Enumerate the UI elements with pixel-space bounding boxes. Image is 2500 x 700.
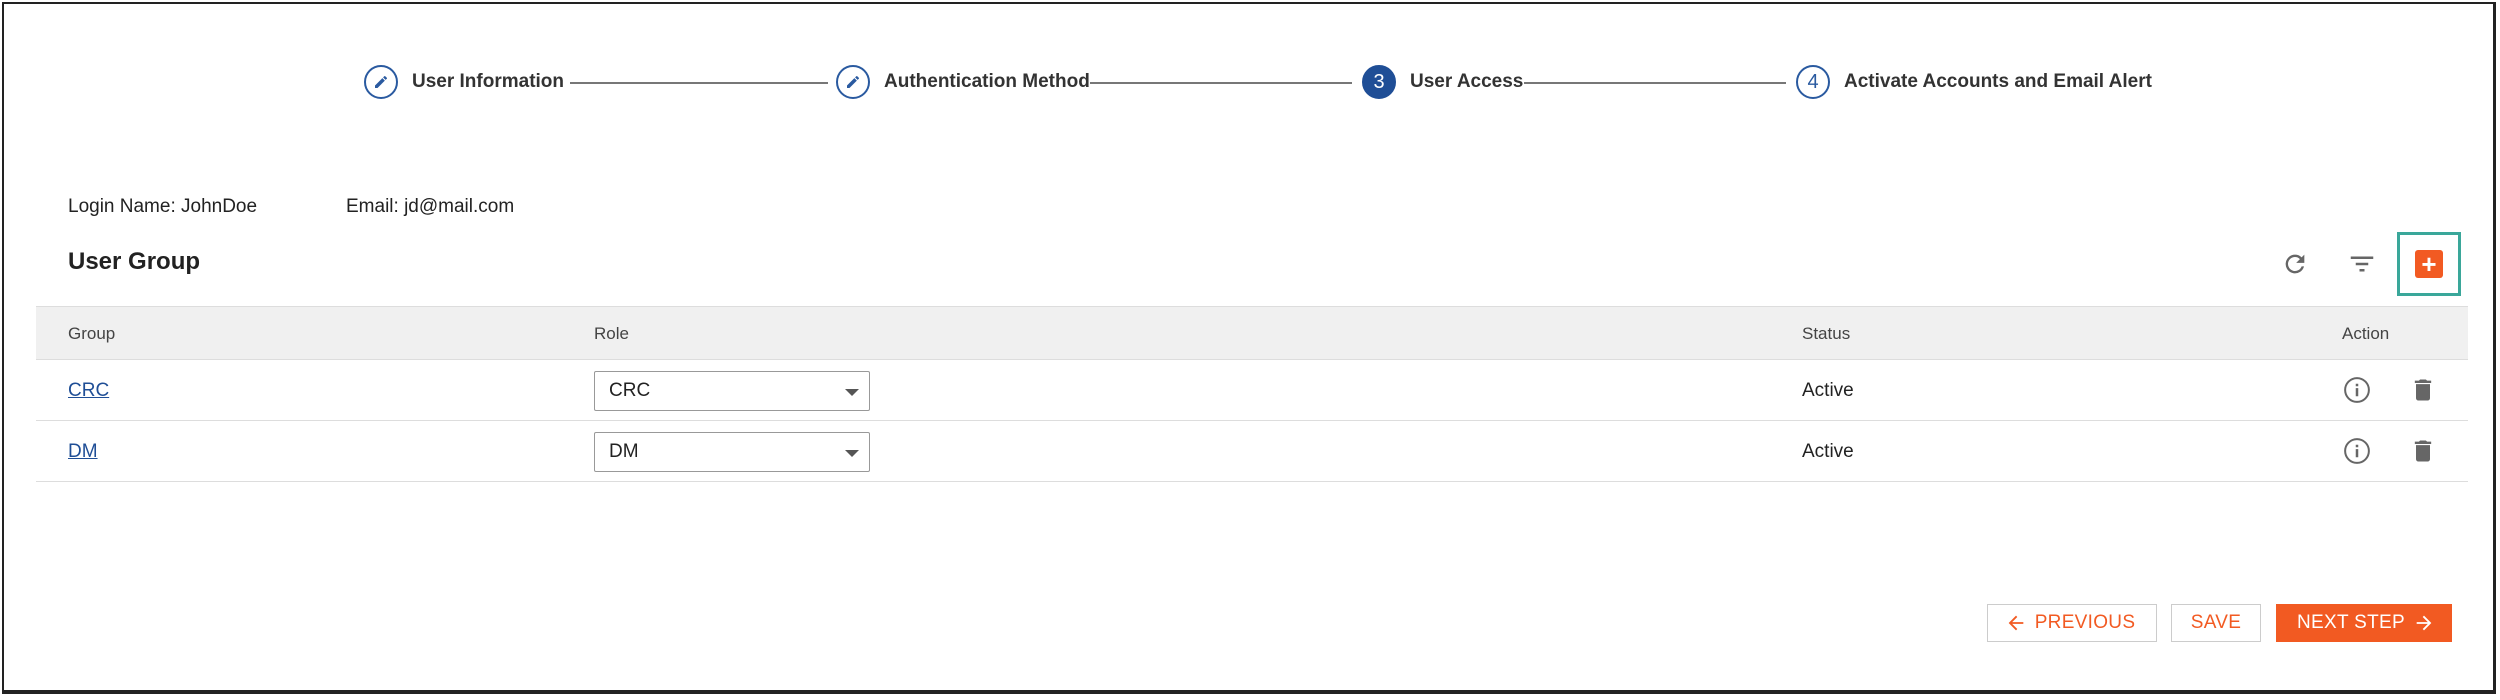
previous-label: PREVIOUS xyxy=(2034,612,2136,633)
step-connector xyxy=(570,82,828,84)
pencil-icon xyxy=(364,65,398,99)
step-label: User Access xyxy=(1410,71,1524,92)
step-connector xyxy=(1090,82,1352,84)
email: Email: jd@mail.com xyxy=(346,196,515,217)
table-header: Group Role Status Action xyxy=(36,306,2468,360)
delete-icon[interactable] xyxy=(2408,436,2438,466)
chevron-down-icon xyxy=(845,389,859,396)
role-select[interactable]: DM xyxy=(594,432,870,472)
info-icon[interactable] xyxy=(2342,436,2372,466)
refresh-icon[interactable] xyxy=(2279,248,2311,280)
step-connector xyxy=(1524,82,1786,84)
filter-icon[interactable] xyxy=(2346,248,2378,280)
role-select[interactable]: CRC xyxy=(594,371,870,411)
table-row: CRC CRC Active xyxy=(36,360,2468,421)
role-value: DM xyxy=(609,441,639,462)
login-name: Login Name: JohnDoe xyxy=(68,196,258,217)
step-user-information[interactable]: User Information xyxy=(364,64,564,100)
save-label: SAVE xyxy=(2190,612,2242,633)
step-number: 3 xyxy=(1362,65,1396,99)
step-number: 4 xyxy=(1796,65,1830,99)
section-title: User Group xyxy=(68,248,201,275)
stepper: User Information Authentication Method 3… xyxy=(364,64,2154,100)
next-step-label: NEXT STEP xyxy=(2297,612,2405,633)
step-label: User Information xyxy=(412,71,565,92)
column-header-role: Role xyxy=(594,324,629,343)
delete-icon[interactable] xyxy=(2408,375,2438,405)
info-icon[interactable] xyxy=(2342,375,2372,405)
arrow-right-icon xyxy=(2416,615,2432,631)
previous-button[interactable]: PREVIOUS xyxy=(1987,604,2157,642)
group-link[interactable]: DM xyxy=(68,441,98,463)
pencil-icon xyxy=(836,65,870,99)
table-row: DM DM Active xyxy=(36,421,2468,482)
role-value: CRC xyxy=(609,380,651,401)
add-icon[interactable]: + xyxy=(2415,250,2443,278)
user-group-table: Group Role Status Action CRC CRC Active … xyxy=(36,306,2468,482)
column-header-action: Action xyxy=(2342,324,2390,343)
arrow-left-icon xyxy=(2008,615,2024,631)
group-link[interactable]: CRC xyxy=(68,380,109,402)
chevron-down-icon xyxy=(845,450,859,457)
step-label: Authentication Method xyxy=(884,71,1090,92)
step-user-access[interactable]: 3 User Access xyxy=(1362,64,1523,100)
app-frame: User Information Authentication Method 3… xyxy=(2,2,2496,694)
column-header-status: Status xyxy=(1802,324,1851,343)
step-authentication-method[interactable]: Authentication Method xyxy=(836,64,1090,100)
step-label: Activate Accounts and Email Alert xyxy=(1844,71,2152,92)
step-activate-accounts[interactable]: 4 Activate Accounts and Email Alert xyxy=(1796,64,2152,100)
add-button-highlight: + xyxy=(2397,232,2461,296)
next-step-button[interactable]: NEXT STEP xyxy=(2276,604,2452,642)
status-text: Active xyxy=(1802,441,1854,462)
status-text: Active xyxy=(1802,380,1854,401)
column-header-group: Group xyxy=(68,324,116,343)
save-button[interactable]: SAVE xyxy=(2171,604,2261,642)
